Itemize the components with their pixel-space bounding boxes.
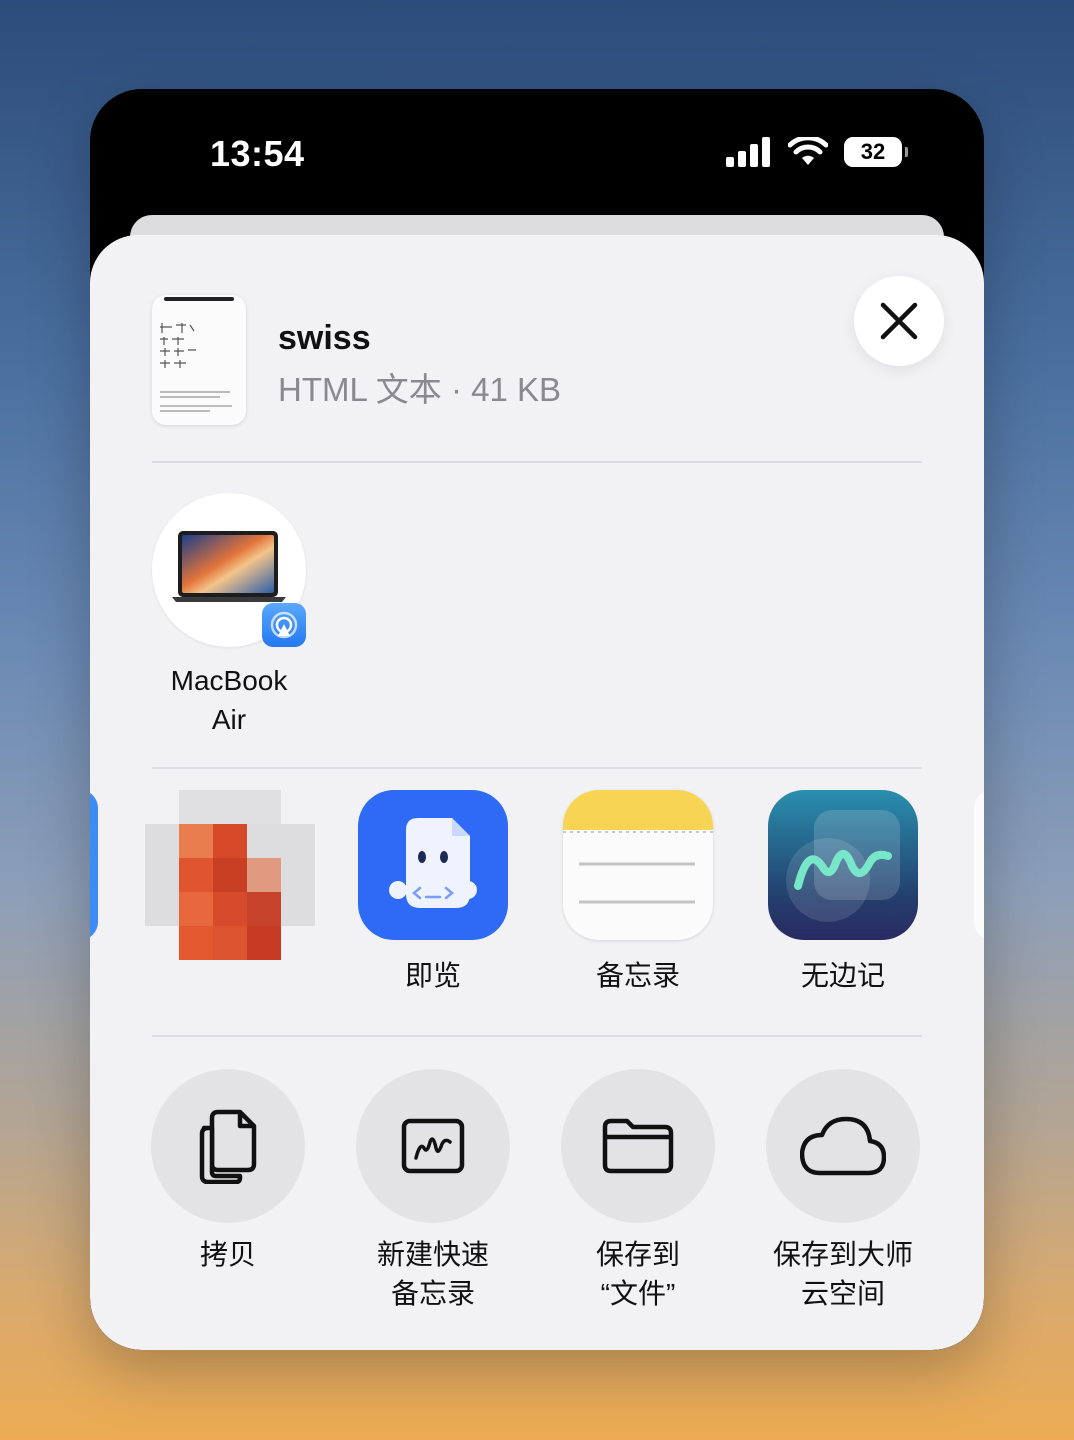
document-thumbnail bbox=[152, 295, 246, 425]
action-label-line2: “文件” bbox=[600, 1278, 676, 1309]
airdrop-badge-icon bbox=[262, 603, 306, 647]
app-partial-left[interactable] bbox=[90, 790, 98, 940]
notes-app-icon bbox=[563, 790, 713, 940]
app-partial-right[interactable] bbox=[974, 790, 984, 940]
save-to-cloud-space-button[interactable]: 保存到大师 云空间 bbox=[743, 1069, 943, 1313]
pixelated-avatar-icon bbox=[145, 790, 315, 960]
folder-icon bbox=[602, 1118, 674, 1174]
action-label-line1: 保存到 bbox=[595, 1239, 680, 1270]
app-pixelated-contact[interactable] bbox=[145, 790, 315, 979]
new-quick-note-button[interactable]: 新建快速 备忘录 bbox=[333, 1069, 533, 1313]
divider bbox=[152, 461, 922, 463]
battery-indicator: 32 bbox=[844, 137, 908, 167]
document-subtitle: HTML 文本 · 41 KB bbox=[278, 371, 561, 408]
save-to-files-button[interactable]: 保存到 “文件” bbox=[538, 1069, 738, 1313]
action-label-line1: 新建快速 bbox=[376, 1239, 489, 1270]
share-sheet: swiss HTML 文本 · 41 KB MacBook Air 即览 备忘录… bbox=[90, 235, 984, 1350]
copy-action-button[interactable]: 拷贝 bbox=[128, 1069, 328, 1274]
freeform-app-icon bbox=[768, 790, 918, 940]
airdrop-device-macbook-air[interactable]: MacBook Air bbox=[152, 493, 306, 739]
cellular-signal-icon bbox=[726, 137, 770, 167]
share-header: swiss HTML 文本 · 41 KB bbox=[152, 276, 944, 435]
airdrop-device-label: MacBook Air bbox=[170, 665, 288, 735]
wifi-icon bbox=[788, 137, 828, 165]
divider bbox=[152, 1035, 922, 1037]
close-icon bbox=[880, 302, 918, 340]
status-icons: 32 bbox=[726, 137, 908, 167]
quick-note-icon bbox=[401, 1118, 465, 1174]
action-label-line1: 保存到大师 bbox=[772, 1239, 913, 1270]
action-label: 拷贝 bbox=[199, 1239, 256, 1270]
app-share-row: 即览 备忘录 无边记 bbox=[90, 790, 984, 1030]
app-freeform[interactable]: 无边记 bbox=[768, 790, 918, 994]
action-label-line2: 云空间 bbox=[800, 1278, 885, 1309]
status-time: 13:54 bbox=[210, 133, 305, 174]
document-title: swiss bbox=[278, 319, 371, 357]
app-notes[interactable]: 备忘录 bbox=[563, 790, 713, 994]
app-quicklook[interactable]: 即览 bbox=[358, 790, 508, 994]
copy-icon bbox=[199, 1109, 257, 1184]
airdrop-avatar bbox=[152, 493, 306, 647]
quicklook-app-icon bbox=[358, 790, 508, 940]
action-label-line2: 备忘录 bbox=[390, 1278, 475, 1309]
close-button[interactable] bbox=[854, 276, 944, 366]
phone-frame: 13:54 32 swiss HTML 文本 · 41 KB MacBook A… bbox=[90, 89, 984, 1350]
cloud-icon bbox=[800, 1116, 886, 1176]
action-row: 拷贝 新建快速 备忘录 保存到 “文件” 保存到大师 云空间 bbox=[90, 1069, 984, 1329]
divider bbox=[152, 767, 922, 769]
